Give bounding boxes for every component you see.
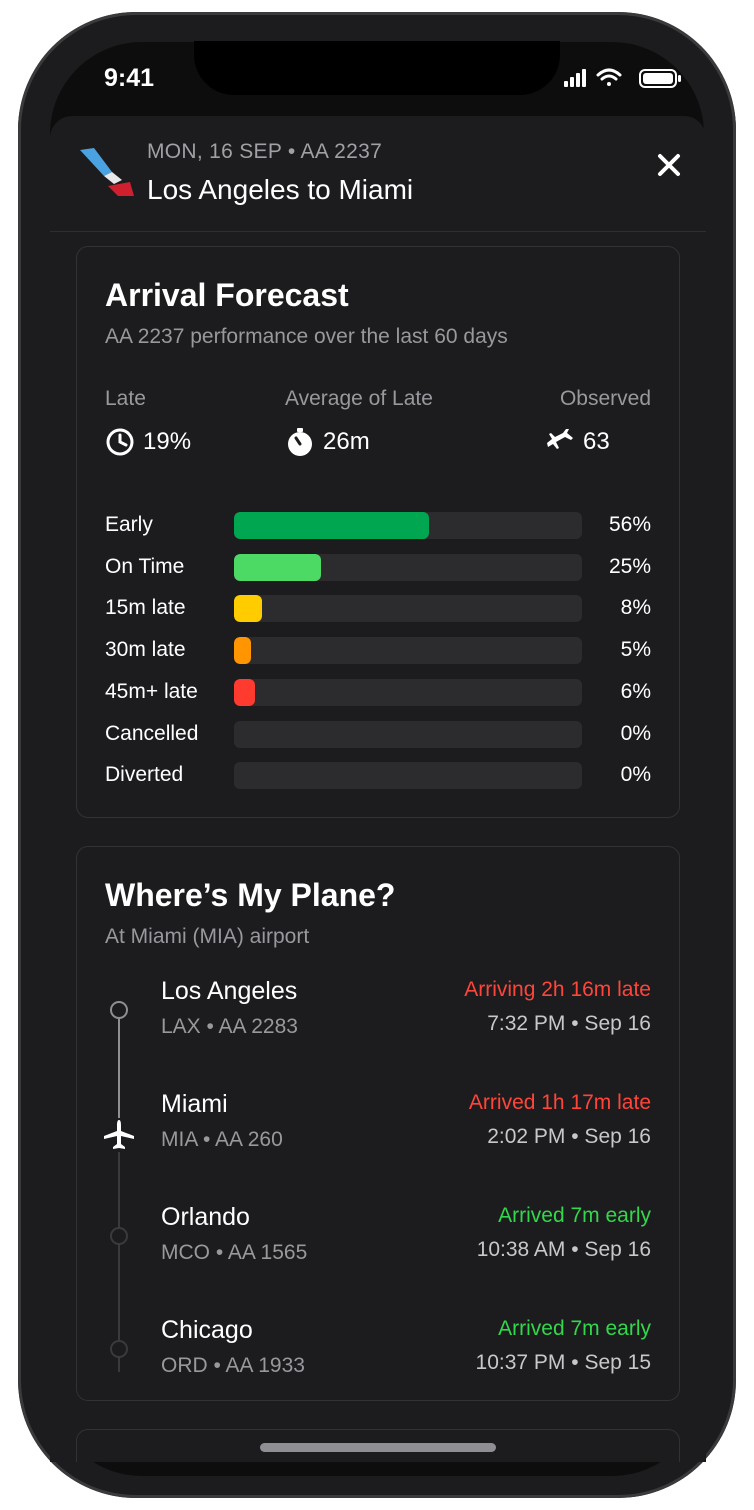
signal-icon [564, 69, 586, 87]
timeline-node [110, 1340, 128, 1358]
stop-city: Los Angeles [161, 977, 298, 1005]
current-plane-icon [102, 1118, 136, 1152]
bar-track [234, 637, 582, 665]
timeline-node [110, 1001, 128, 1019]
bar-percent: 5% [620, 638, 651, 662]
stop-code: LAX • AA 2283 [161, 1015, 298, 1038]
timeline-progress [118, 1009, 120, 1122]
bar-label: Cancelled [105, 721, 199, 745]
bar-label: Diverted [105, 763, 184, 787]
stat-observed: 63 [545, 427, 610, 457]
flight-sheet: MON, 16 SEP • AA 2237 Los Angeles to Mia… [50, 116, 706, 1462]
bar-label: 15m late [105, 596, 186, 620]
status-icons [564, 68, 681, 88]
arrival-forecast-card: Arrival Forecast AA 2237 performance ove… [76, 246, 680, 818]
stop-time: 2:02 PM • Sep 16 [487, 1125, 651, 1148]
stop-status: Arrived 7m early [498, 1204, 651, 1227]
card-subtitle: At Miami (MIA) airport [105, 925, 310, 948]
bar-fill [234, 595, 262, 623]
stat-value: 26m [323, 428, 370, 455]
stop-code: MCO • AA 1565 [161, 1241, 308, 1264]
stat-label: Late [105, 387, 146, 410]
stopwatch-icon [288, 428, 312, 456]
stop-time: 10:38 AM • Sep 16 [476, 1238, 651, 1261]
stop-code: MIA • AA 260 [161, 1128, 283, 1151]
route-title: Los Angeles to Miami [147, 174, 414, 205]
bar-label: 30m late [105, 638, 186, 662]
stat-late: 19% [105, 427, 191, 457]
card-subtitle: AA 2237 performance over the last 60 day… [105, 325, 508, 348]
sheet-header: MON, 16 SEP • AA 2237 Los Angeles to Mia… [50, 116, 706, 232]
stop-time: 10:37 PM • Sep 15 [475, 1351, 651, 1374]
close-icon[interactable] [652, 148, 686, 182]
bar-fill [234, 553, 321, 581]
stop-time: 7:32 PM • Sep 16 [487, 1012, 651, 1035]
stop-status: Arriving 2h 16m late [464, 978, 651, 1001]
bar-label: On Time [105, 554, 185, 578]
bar-fill [234, 678, 255, 706]
bar-percent: 25% [608, 554, 651, 578]
bar-track [234, 512, 582, 539]
notch [194, 41, 560, 95]
stat-value: 63 [583, 428, 610, 455]
bar-percent: 0% [620, 763, 651, 787]
stop-status: Arrived 1h 17m late [468, 1091, 651, 1114]
bar-percent: 8% [620, 596, 651, 620]
card-title: Arrival Forecast [105, 277, 349, 313]
stop-status: Arrived 7m early [498, 1317, 651, 1340]
stop-code: ORD • AA 1933 [161, 1354, 305, 1377]
bar-track [234, 553, 582, 581]
bar-track [234, 762, 582, 790]
stat-average-late: 26m [285, 427, 370, 457]
bar-fill [234, 637, 252, 665]
wheres-my-plane-card: Where’s My Plane? At Miami (MIA) airport… [76, 846, 680, 1401]
battery-icon [639, 69, 681, 88]
stop-city: Chicago [161, 1316, 253, 1344]
stat-label: Observed [559, 387, 651, 410]
bar-track [234, 595, 582, 623]
stop-city: Orlando [161, 1203, 250, 1231]
status-time: 9:41 [104, 64, 155, 92]
home-indicator[interactable] [260, 1443, 496, 1452]
stop-city: Miami [161, 1090, 228, 1118]
wifi-icon [596, 68, 622, 86]
bar-track [234, 720, 582, 748]
timeline-node [110, 1227, 128, 1245]
bar-percent: 56% [608, 513, 651, 536]
stat-label: Average of Late [285, 387, 433, 410]
card-title: Where’s My Plane? [105, 877, 396, 913]
flight-date-number: MON, 16 SEP • AA 2237 [147, 140, 383, 163]
airline-logo-icon [80, 148, 134, 196]
bar-label: 45m+ late [105, 679, 198, 703]
bar-fill [234, 512, 429, 539]
bar-label: Early [105, 513, 153, 536]
bar-track [234, 678, 582, 706]
bar-percent: 6% [620, 679, 651, 703]
stat-value: 19% [143, 428, 192, 455]
bar-percent: 0% [620, 721, 651, 745]
clock-icon [106, 428, 134, 456]
plane-landing-icon [547, 429, 573, 449]
